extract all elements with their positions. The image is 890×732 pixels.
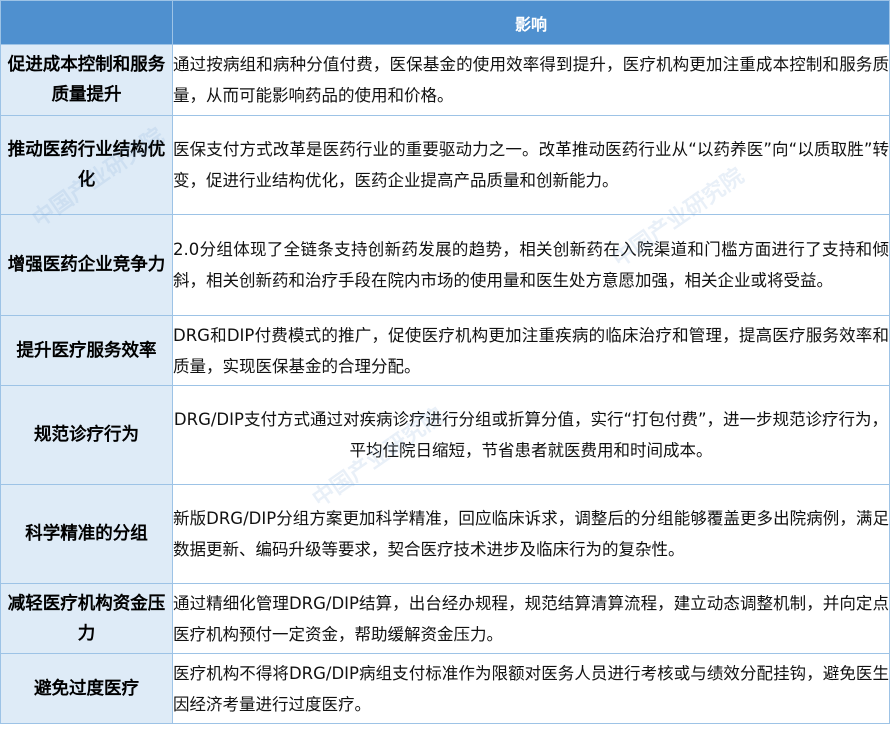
table-row: 科学精准的分组 新版DRG/DIP分组方案更加科学精准，回应临床诉求，调整后的分… (0, 484, 890, 584)
row-content: DRG/DIP支付方式通过对疾病诊疗进行分组或折算分值，实行“打包付费”，进一步… (172, 385, 890, 485)
row-content: DRG和DIP付费模式的推广，促使医疗机构更加注重疾病的临床治疗和管理，提高医疗… (172, 315, 890, 386)
table-row: 避免过度医疗 医疗机构不得将DRG/DIP病组支付标准作为限额对医务人员进行考核… (0, 653, 890, 724)
header-label-cell (0, 0, 173, 45)
impact-table: 影响 促进成本控制和服务质量提升 通过按病组和病种分值付费，医保基金的使用效率得… (0, 0, 890, 724)
row-label: 增强医药企业竞争力 (0, 214, 173, 316)
row-label: 推动医药行业结构优化 (0, 115, 173, 215)
row-label: 科学精准的分组 (0, 484, 173, 584)
table-row: 规范诊疗行为 DRG/DIP支付方式通过对疾病诊疗进行分组或折算分值，实行“打包… (0, 385, 890, 485)
row-label: 提升医疗服务效率 (0, 315, 173, 386)
row-content: 新版DRG/DIP分组方案更加科学精准，回应临床诉求，调整后的分组能够覆盖更多出… (172, 484, 890, 584)
row-content: 通过按病组和病种分值付费，医保基金的使用效率得到提升，医疗机构更加注重成本控制和… (172, 44, 890, 116)
row-label: 避免过度医疗 (0, 653, 173, 724)
table-row: 促进成本控制和服务质量提升 通过按病组和病种分值付费，医保基金的使用效率得到提升… (0, 44, 890, 116)
row-label: 促进成本控制和服务质量提升 (0, 44, 173, 116)
table-row: 减轻医疗机构资金压力 通过精细化管理DRG/DIP结算，出台经办规程，规范结算清… (0, 583, 890, 654)
row-label: 规范诊疗行为 (0, 385, 173, 485)
table-row: 推动医药行业结构优化 医保支付方式改革是医药行业的重要驱动力之一。改革推动医药行… (0, 115, 890, 215)
table-row: 提升医疗服务效率 DRG和DIP付费模式的推广，促使医疗机构更加注重疾病的临床治… (0, 315, 890, 386)
row-label: 减轻医疗机构资金压力 (0, 583, 173, 654)
header-row: 影响 (0, 0, 890, 45)
row-content: 2.0分组体现了全链条支持创新药发展的趋势，相关创新药在入院渠道和门槛方面进行了… (172, 214, 890, 316)
row-content: 通过精细化管理DRG/DIP结算，出台经办规程，规范结算清算流程，建立动态调整机… (172, 583, 890, 654)
header-title: 影响 (172, 0, 890, 45)
row-content: 医保支付方式改革是医药行业的重要驱动力之一。改革推动医药行业从“以药养医”向“以… (172, 115, 890, 215)
table-row: 增强医药企业竞争力 2.0分组体现了全链条支持创新药发展的趋势，相关创新药在入院… (0, 214, 890, 316)
row-content: 医疗机构不得将DRG/DIP病组支付标准作为限额对医务人员进行考核或与绩效分配挂… (172, 653, 890, 724)
